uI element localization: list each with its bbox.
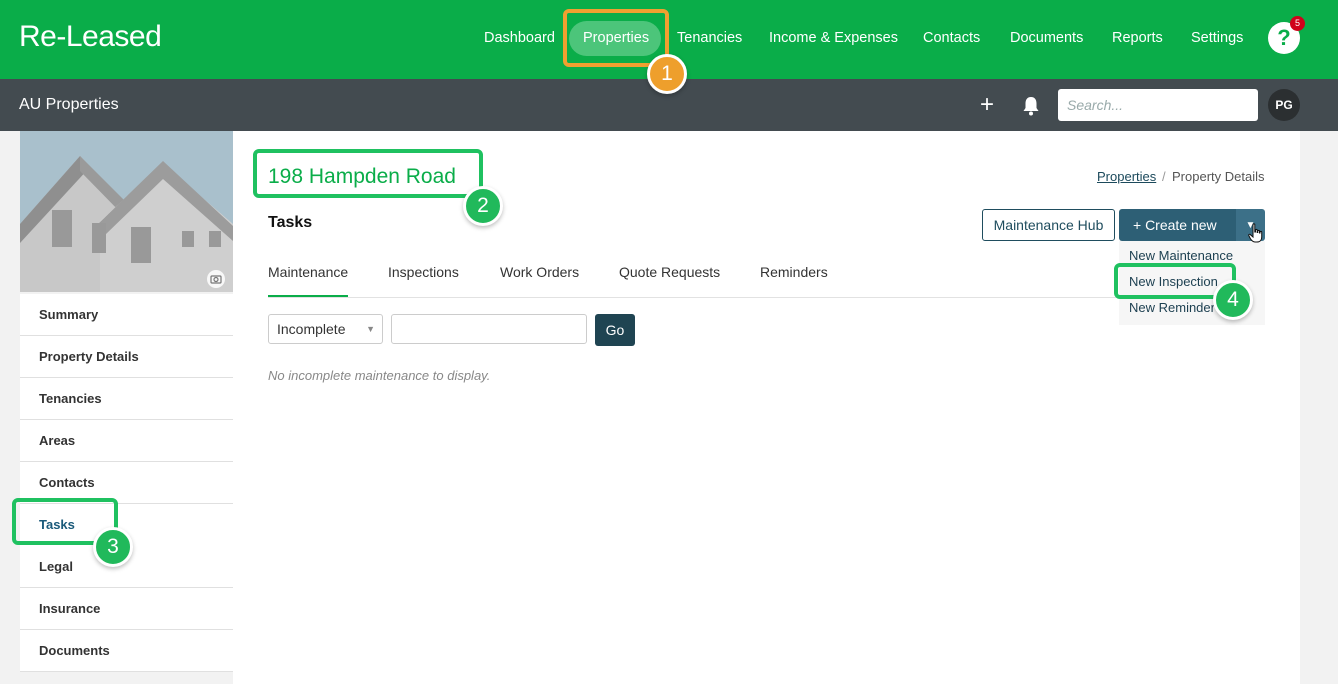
search-input[interactable]	[1058, 89, 1258, 121]
sidebar-item-summary[interactable]: Summary	[20, 294, 233, 336]
breadcrumb-properties-link[interactable]: Properties	[1097, 169, 1156, 184]
section-title: Tasks	[268, 214, 313, 231]
callout-step-4: 4	[1213, 280, 1253, 320]
nav-settings[interactable]: Settings	[1191, 30, 1243, 46]
account-title: AU Properties	[19, 96, 119, 113]
callout-highlight-property-title	[253, 149, 483, 198]
sidebar-item-areas[interactable]: Areas	[20, 420, 233, 462]
callout-step-1: 1	[647, 54, 687, 94]
callout-step-2: 2	[463, 186, 503, 226]
tab-quote-requests[interactable]: Quote Requests	[619, 264, 720, 280]
tab-work-orders[interactable]: Work Orders	[500, 264, 579, 280]
nav-documents[interactable]: Documents	[1010, 30, 1083, 46]
nav-reports[interactable]: Reports	[1112, 30, 1163, 46]
maintenance-hub-button[interactable]: Maintenance Hub	[982, 209, 1115, 241]
app-logo[interactable]: Re-Leased	[19, 20, 162, 54]
active-tab-indicator	[268, 295, 348, 297]
tab-maintenance[interactable]: Maintenance	[268, 264, 348, 280]
nav-dashboard[interactable]: Dashboard	[484, 30, 555, 46]
tabs-divider	[268, 297, 1118, 298]
notification-count-badge: 5	[1290, 16, 1305, 31]
property-sidebar-menu: Summary Property Details Tenancies Areas…	[20, 294, 233, 672]
go-button[interactable]: Go	[595, 314, 635, 346]
camera-icon[interactable]	[207, 270, 225, 288]
status-filter-value: Incomplete	[277, 321, 346, 337]
select-caret-icon: ▼	[366, 324, 375, 334]
property-photo	[20, 131, 233, 292]
breadcrumb-separator: /	[1162, 169, 1166, 184]
nav-income-expenses[interactable]: Income & Expenses	[769, 30, 898, 46]
menu-item-new-reminder[interactable]: New Reminder	[1129, 300, 1215, 315]
sidebar-item-insurance[interactable]: Insurance	[20, 588, 233, 630]
sidebar-item-documents[interactable]: Documents	[20, 630, 233, 672]
tab-inspections[interactable]: Inspections	[388, 264, 459, 280]
menu-item-new-maintenance[interactable]: New Maintenance	[1129, 248, 1233, 263]
breadcrumb-current: Property Details	[1172, 169, 1265, 184]
callout-step-3: 3	[93, 527, 133, 567]
filter-text-input[interactable]	[391, 314, 587, 344]
tab-reminders[interactable]: Reminders	[760, 264, 828, 280]
nav-contacts[interactable]: Contacts	[923, 30, 980, 46]
create-new-button[interactable]: + Create new	[1119, 209, 1236, 241]
sidebar-item-tenancies[interactable]: Tenancies	[20, 378, 233, 420]
user-avatar[interactable]: PG	[1268, 89, 1300, 121]
sidebar-item-property-details[interactable]: Property Details	[20, 336, 233, 378]
hand-cursor-icon	[1248, 223, 1264, 248]
bell-icon[interactable]	[1022, 96, 1040, 121]
empty-state-message: No incomplete maintenance to display.	[268, 368, 491, 383]
nav-tenancies[interactable]: Tenancies	[677, 30, 742, 46]
add-icon[interactable]: +	[980, 93, 994, 117]
status-filter-select[interactable]: Incomplete ▼	[268, 314, 383, 344]
